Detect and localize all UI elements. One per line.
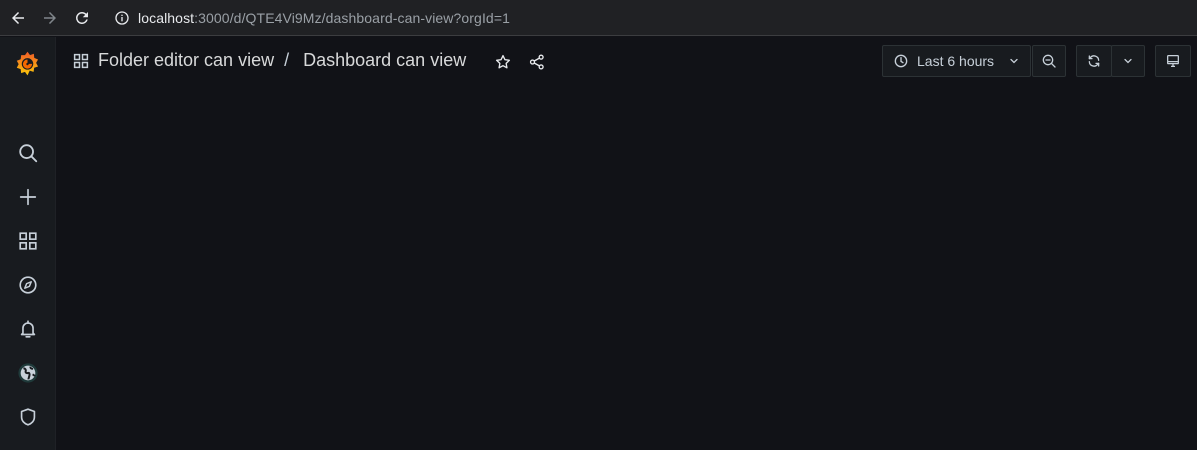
browser-toolbar: localhost:3000/d/QTE4Vi9Mz/dashboard-can… <box>0 0 1197 36</box>
share-button[interactable] <box>526 51 548 73</box>
grafana-logo[interactable] <box>14 50 41 77</box>
sidemenu-item-connections[interactable] <box>0 353 56 393</box>
breadcrumb-separator: / <box>284 50 290 70</box>
sidemenu-item-search[interactable] <box>0 133 56 173</box>
search-icon <box>19 144 38 163</box>
reload-icon <box>75 11 88 24</box>
dashboard-body <box>56 87 1197 450</box>
dashboard-title[interactable]: Dashboard can view <box>303 50 466 71</box>
apps-grid-icon <box>19 232 37 250</box>
info-icon[interactable] <box>114 10 130 26</box>
reload-button[interactable] <box>66 2 98 34</box>
dashboard-nav: Folder editor can view / Dashboard can v… <box>56 37 1197 87</box>
star-icon <box>495 54 511 69</box>
monitor-icon <box>1167 55 1179 67</box>
shield-icon <box>20 408 36 426</box>
forward-arrow-icon <box>44 11 56 24</box>
url-path: :3000/d/QTE4Vi9Mz/dashboard-can-view?org… <box>194 9 510 26</box>
compass-icon <box>19 276 37 294</box>
refresh-interval-dropdown[interactable] <box>1111 45 1145 77</box>
time-range-picker[interactable]: Last 6 hours <box>882 45 1031 77</box>
sidemenu-item-explore[interactable] <box>0 265 56 305</box>
back-button[interactable] <box>2 2 34 34</box>
address-bar[interactable]: localhost:3000/d/QTE4Vi9Mz/dashboard-can… <box>114 10 510 26</box>
forward-button[interactable] <box>34 2 66 34</box>
zoom-out-button[interactable] <box>1032 45 1066 77</box>
globe-icon <box>18 363 38 383</box>
sidemenu-item-create[interactable] <box>0 177 56 217</box>
apps-grid-icon <box>73 53 89 68</box>
chevron-down-icon <box>1124 58 1132 64</box>
grafana-logo-icon <box>16 51 39 76</box>
refresh-button[interactable] <box>1076 45 1112 77</box>
url-host: localhost <box>138 9 195 26</box>
plus-icon <box>19 188 37 206</box>
sidemenu-item-server-admin[interactable] <box>0 397 56 437</box>
time-range-label: Last 6 hours <box>917 53 995 69</box>
sync-icon <box>1088 55 1100 67</box>
chevron-down-icon <box>1010 58 1018 64</box>
clock-icon <box>894 54 908 68</box>
cycle-view-mode-button[interactable] <box>1155 45 1191 77</box>
bell-icon <box>20 320 36 338</box>
sidemenu-item-alerting[interactable] <box>0 309 56 349</box>
folder-title-link[interactable]: Folder editor can view <box>98 50 274 71</box>
star-button[interactable] <box>492 51 514 73</box>
zoom-out-icon <box>1042 54 1056 68</box>
side-menu <box>0 37 56 450</box>
share-icon <box>529 54 544 70</box>
sidemenu-item-dashboards[interactable] <box>0 221 56 261</box>
breadcrumb: Folder editor can view / Dashboard can v… <box>72 50 466 71</box>
back-arrow-icon <box>12 11 24 24</box>
